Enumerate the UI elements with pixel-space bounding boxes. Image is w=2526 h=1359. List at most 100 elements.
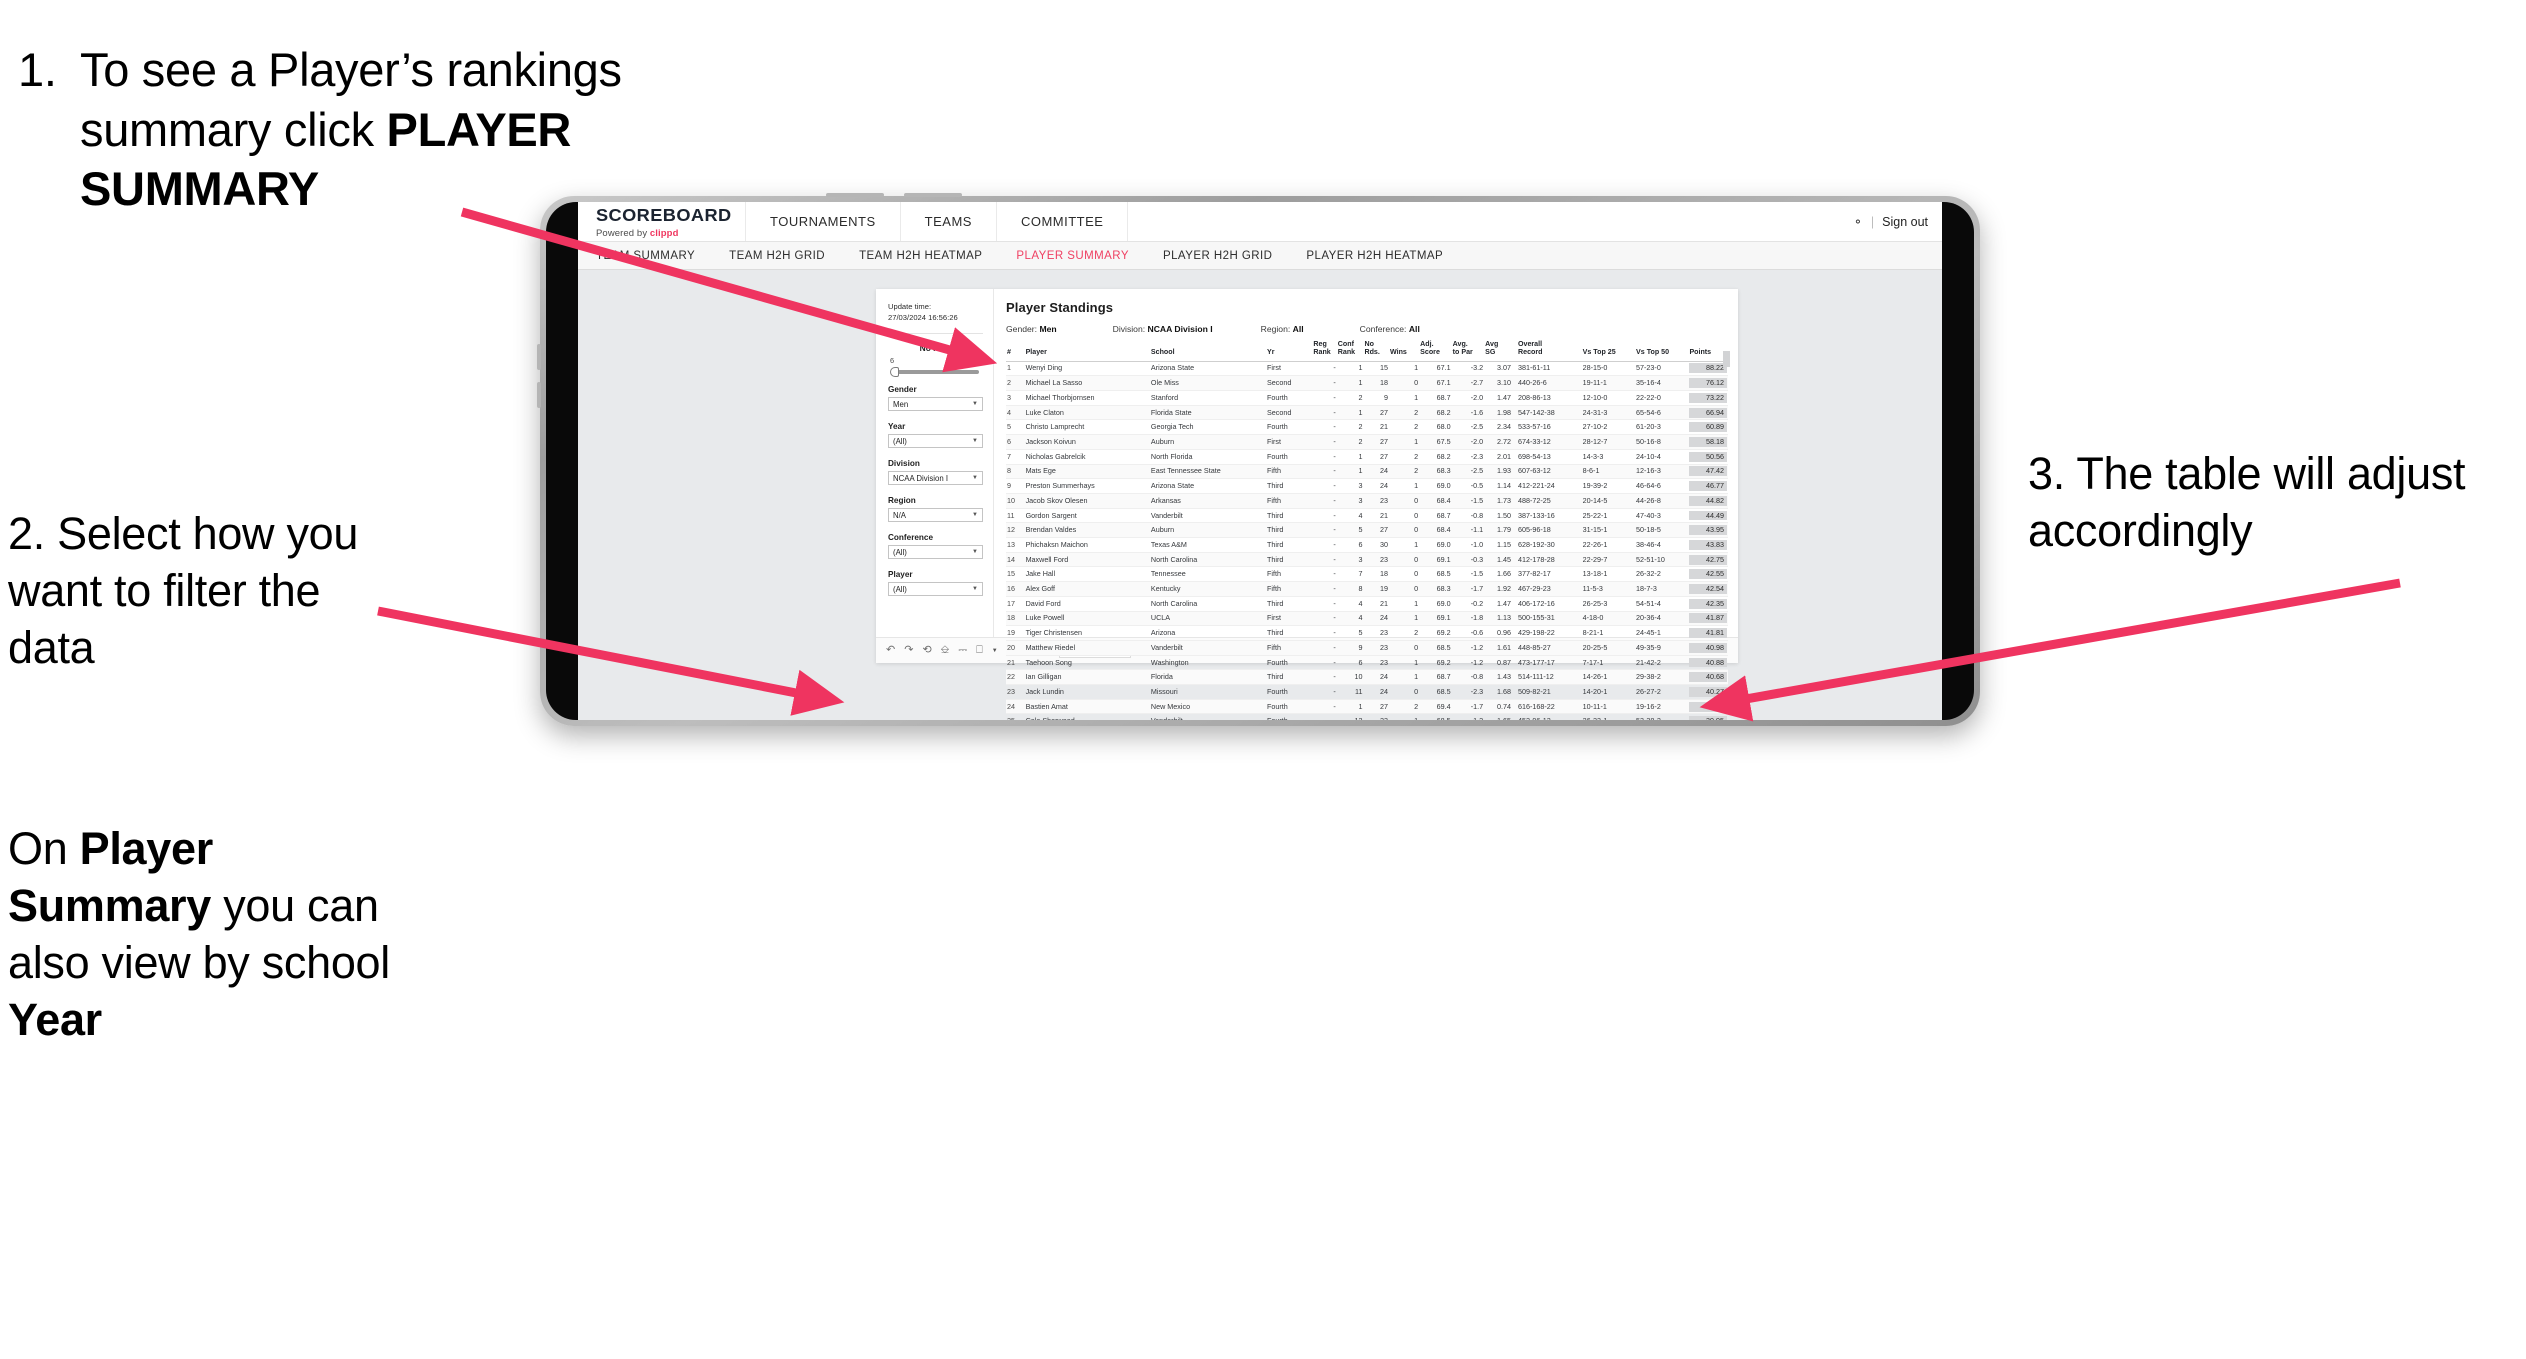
cell-player: Michael La Sasso xyxy=(1024,375,1150,391)
table-row[interactable]: 20 Matthew Riedel Vanderbilt Fifth -9 23 0 68.5… xyxy=(1006,640,1728,656)
redo-icon[interactable]: ↷ xyxy=(904,645,913,656)
tab-player-h2h-grid[interactable]: PLAYER H2H GRID xyxy=(1163,250,1272,262)
device-layout-icon[interactable]: ⎕ xyxy=(976,645,983,656)
cell-player: Jackson Koivun xyxy=(1024,434,1150,450)
table-row[interactable]: 18 Luke Powell UCLA First -4 24 1 69.1 -1.8 1.13 5… xyxy=(1006,611,1728,627)
cell-overall-record: 429-198-22 xyxy=(1512,625,1582,641)
standings-panel: Player Standings Gender: Men Division: N… xyxy=(994,289,1738,720)
cell-avg-to-par: -2.3 xyxy=(1451,684,1485,700)
cell-yr: Third xyxy=(1265,596,1313,612)
cell-vs-top-25: 28-12-7 xyxy=(1581,434,1636,450)
pause-icon[interactable]: ⎓ xyxy=(958,645,967,656)
table-row[interactable]: 17 David Ford North Carolina Third -4 21 1 69.0… xyxy=(1006,596,1728,612)
table-row[interactable]: 6 Jackson Koivun Auburn First -2 27 1 67.5 -2.0 2… xyxy=(1006,434,1728,450)
table-row[interactable]: 15 Jake Hall Tennessee Fifth -7 18 0 68.5 -1.5 1.… xyxy=(1006,566,1728,583)
col-rank[interactable]: # xyxy=(1006,341,1025,362)
col-wins[interactable]: Wins xyxy=(1389,341,1420,362)
table-body: 1 Wenyi Ding Arizona State First -1 15 1 67.1 -3… xyxy=(1006,361,1728,720)
table-row[interactable]: 25Cole SherwoodVanderbiltFourth-1223168.… xyxy=(1006,713,1728,720)
tab-team-summary[interactable]: TEAM SUMMARY xyxy=(596,250,695,262)
filter-player-select[interactable]: (All) ▼ xyxy=(888,582,983,596)
cell-no-rds: 15 xyxy=(1363,361,1389,377)
nav-item-tournaments[interactable]: TOURNAMENTS xyxy=(746,202,901,241)
cell-overall-record: 605-96-18 xyxy=(1512,522,1582,539)
cell-rank: 10 xyxy=(1006,493,1025,509)
col-vs-top-50[interactable]: Vs Top 50 xyxy=(1635,341,1689,362)
filter-gender-select[interactable]: Men ▼ xyxy=(888,397,983,411)
annotation-step-2b-bold2: Year xyxy=(8,994,102,1046)
filter-conference-select[interactable]: (All) ▼ xyxy=(888,545,983,559)
no-rounds-slider-handle[interactable] xyxy=(890,367,899,377)
table-row[interactable]: 19 Tiger Christensen Arizona Third -5 23 2 69.2… xyxy=(1006,625,1728,641)
col-school[interactable]: School xyxy=(1149,341,1266,362)
table-row[interactable]: 13 Phichaksn Maichon Texas A&M Third -6 30 1 69… xyxy=(1006,537,1728,553)
col-avg-to-par[interactable]: Avg. to Par xyxy=(1451,340,1485,362)
table-row[interactable]: 22 Ian Gilligan Florida Third -10 24 1 68.7 -0.8… xyxy=(1006,669,1728,686)
cell-avg-to-par: -0.2 xyxy=(1451,596,1485,612)
cell-wins: 0 xyxy=(1389,566,1420,583)
undo-icon[interactable]: ↶ xyxy=(886,645,895,656)
table-row[interactable]: 5 Christo Lamprecht Georgia Tech Fourth -2 21… xyxy=(1006,419,1728,436)
cell-rank: 21 xyxy=(1006,655,1025,671)
table-row[interactable]: 14 Maxwell Ford North Carolina Third -3 23 0 69… xyxy=(1006,552,1728,568)
points-value: 43.95 xyxy=(1689,525,1727,536)
cell-adj-score: 68.0 xyxy=(1419,419,1452,436)
chevron-down-icon[interactable]: ▼ xyxy=(992,648,998,654)
cell-reg-rank: - xyxy=(1312,713,1337,720)
tab-player-h2h-heatmap[interactable]: PLAYER H2H HEATMAP xyxy=(1306,250,1443,262)
cell-reg-rank: - xyxy=(1312,581,1337,597)
revert-icon[interactable]: ⟲ xyxy=(922,645,931,656)
col-adj-score[interactable]: Adj. Score xyxy=(1419,340,1452,362)
col-player[interactable]: Player xyxy=(1024,341,1150,362)
cell-avg-sg: 1.79 xyxy=(1484,522,1513,539)
cell-avg-sg: 1.65 xyxy=(1484,713,1513,720)
col-no-rds[interactable]: No Rds. xyxy=(1363,340,1389,362)
col-avg-sg[interactable]: Avg SG xyxy=(1484,340,1513,362)
table-row[interactable]: 16 Alex Goff Kentucky Fifth -8 19 0 68.3 -1.7 1.9… xyxy=(1006,581,1728,597)
filter-year-select[interactable]: (All) ▼ xyxy=(888,434,983,448)
col-reg-rank[interactable]: Reg Rank xyxy=(1312,340,1337,362)
cell-vs-top-25: 11-5-3 xyxy=(1581,581,1636,597)
col-conf-rank[interactable]: Conf Rank xyxy=(1336,340,1364,362)
table-row[interactable]: 2 Michael La Sasso Ole Miss Second -1 18 0 67.1… xyxy=(1006,375,1728,391)
cell-vs-top-25: 20-25-5 xyxy=(1581,640,1636,656)
cell-adj-score: 69.0 xyxy=(1419,596,1452,612)
table-row[interactable]: 8 Mats Ege East Tennessee State Fifth -1 24 2 6… xyxy=(1006,464,1728,480)
table-row[interactable]: 23 Jack Lundin Missouri Fourth -11 24 0 68.5 -2.… xyxy=(1006,684,1728,700)
cell-vs-top-50: 44-26-8 xyxy=(1635,493,1689,509)
filter-no-rounds-min: 6 xyxy=(890,356,895,365)
no-rounds-slider[interactable] xyxy=(890,367,979,377)
tab-team-h2h-grid[interactable]: TEAM H2H GRID xyxy=(729,250,825,262)
table-vertical-scrollbar[interactable] xyxy=(1723,351,1730,367)
table-row[interactable]: 9 Preston Summerhays Arizona State Third -3 2… xyxy=(1006,478,1728,494)
col-overall-record[interactable]: Overall Record xyxy=(1512,340,1582,362)
user-icon[interactable]: ⚬ xyxy=(1853,215,1863,229)
cell-vs-top-50: 12-16-3 xyxy=(1635,464,1689,480)
filter-division-select[interactable]: NCAA Division I ▼ xyxy=(888,471,983,485)
table-row[interactable]: 1 Wenyi Ding Arizona State First -1 15 1 67.1 -3… xyxy=(1006,361,1728,377)
cell-vs-top-50: 52-51-10 xyxy=(1635,552,1689,568)
table-row[interactable]: 24 Bastien Amat New Mexico Fourth -1 27 2 69.4-… xyxy=(1006,699,1728,715)
sign-out-button[interactable]: Sign out xyxy=(1882,215,1928,229)
cell-conf-rank: 8 xyxy=(1336,581,1364,597)
power-button xyxy=(826,193,884,197)
refresh-icon[interactable]: ⎒ xyxy=(941,645,950,656)
table-row[interactable]: 12 Brendan Valdes Auburn Third -5 27 0 68.4 -1.1… xyxy=(1006,522,1728,539)
cell-conf-rank: 3 xyxy=(1336,478,1364,494)
cell-player: Alex Goff xyxy=(1024,581,1150,597)
tab-team-h2h-heatmap[interactable]: TEAM H2H HEATMAP xyxy=(859,250,982,262)
tab-player-summary[interactable]: PLAYER SUMMARY xyxy=(1016,250,1129,262)
filter-region-select[interactable]: N/A ▼ xyxy=(888,508,983,522)
table-row[interactable]: 3 Michael Thorbjornsen Stanford Fourth -2 9 1 6… xyxy=(1006,390,1728,406)
nav-item-committee[interactable]: COMMITTEE xyxy=(997,202,1129,241)
table-row[interactable]: 10 Jacob Skov Olesen Arkansas Fifth -3 23 0 68.… xyxy=(1006,493,1728,509)
table-row[interactable]: 21 Taehoon Song Washington Fourth -6 23 1 69.2-… xyxy=(1006,655,1728,671)
table-row[interactable]: 4 Luke Claton Florida State Second -1 27 2 68.2… xyxy=(1006,405,1728,421)
col-yr[interactable]: Yr xyxy=(1265,341,1313,362)
cell-vs-top-25: 10-11-1 xyxy=(1581,699,1636,715)
table-row[interactable]: 11 Gordon Sargent Vanderbilt Third -4 21 0 68.7… xyxy=(1006,508,1728,524)
col-vs-top-25[interactable]: Vs Top 25 xyxy=(1581,341,1636,362)
cell-rank: 14 xyxy=(1006,552,1025,568)
nav-item-teams[interactable]: TEAMS xyxy=(901,202,997,241)
table-row[interactable]: 7 Nicholas Gabrelcik North Florida Fourth -1… xyxy=(1006,449,1728,465)
